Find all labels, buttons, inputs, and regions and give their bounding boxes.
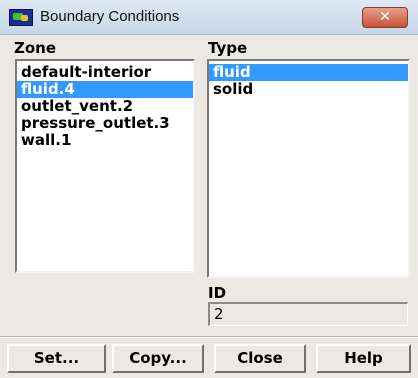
close-button[interactable]: Close — [214, 344, 306, 373]
app-icon — [9, 9, 33, 26]
zone-item-outlet-vent-2[interactable]: outlet_vent.2 — [17, 98, 193, 115]
type-item-fluid[interactable]: fluid — [209, 64, 408, 81]
type-list[interactable]: fluid solid — [207, 59, 410, 278]
zone-item-fluid-4[interactable]: fluid.4 — [17, 81, 193, 98]
zone-item-pressure-outlet-3[interactable]: pressure_outlet.3 — [17, 115, 193, 132]
id-label: ID — [208, 284, 227, 302]
window-title: Boundary Conditions — [40, 8, 180, 25]
button-separator — [0, 336, 418, 338]
zone-list[interactable]: default-interior fluid.4 outlet_vent.2 p… — [15, 59, 195, 273]
set-button[interactable]: Set... — [7, 344, 106, 373]
zone-label: Zone — [14, 39, 57, 57]
zone-item-wall-1[interactable]: wall.1 — [17, 132, 193, 149]
type-label: Type — [208, 39, 248, 57]
id-field: 2 — [208, 302, 408, 326]
close-icon: ✕ — [379, 9, 391, 25]
copy-button[interactable]: Copy... — [112, 344, 204, 373]
type-item-solid[interactable]: solid — [209, 81, 408, 98]
zone-item-default-interior[interactable]: default-interior — [17, 64, 193, 81]
window-close-button[interactable]: ✕ — [362, 7, 408, 28]
title-bar[interactable]: Boundary Conditions ✕ — [0, 0, 418, 35]
help-button[interactable]: Help — [316, 344, 411, 373]
